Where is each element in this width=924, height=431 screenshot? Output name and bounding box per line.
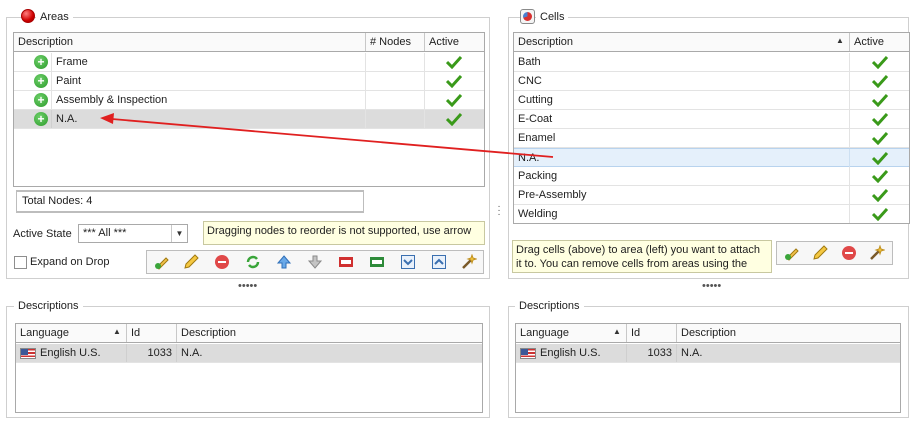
right-descriptions-title: Descriptions bbox=[515, 299, 584, 313]
us-flag-icon bbox=[520, 348, 536, 359]
right-descriptions-grid[interactable]: Language ▲ Id Description English U.S. 1… bbox=[515, 323, 901, 413]
id-value: 1033 bbox=[627, 344, 677, 362]
col-description[interactable]: Description bbox=[177, 324, 482, 342]
description-value: N.A. bbox=[181, 347, 203, 359]
col-language[interactable]: Language bbox=[516, 324, 627, 342]
right-desc-row[interactable]: English U.S. 1033 N.A. bbox=[516, 344, 900, 363]
description-value: N.A. bbox=[681, 347, 703, 359]
col-id[interactable]: Id bbox=[127, 324, 177, 342]
left-desc-row[interactable]: English U.S. 1033 N.A. bbox=[16, 344, 482, 363]
sort-asc-icon: ▲ bbox=[613, 327, 621, 336]
horizontal-splitter-left[interactable]: ••••• bbox=[238, 280, 257, 292]
us-flag-icon bbox=[20, 348, 36, 359]
col-id[interactable]: Id bbox=[627, 324, 677, 342]
horizontal-splitter-right[interactable]: ••••• bbox=[702, 280, 721, 292]
left-desc-header: Language ▲ Id Description bbox=[16, 324, 482, 343]
id-value: 1033 bbox=[127, 344, 177, 362]
language-value: English U.S. bbox=[36, 344, 127, 362]
sort-asc-icon: ▲ bbox=[113, 327, 121, 336]
col-description[interactable]: Description bbox=[677, 324, 900, 342]
left-descriptions-grid[interactable]: Language ▲ Id Description English U.S. 1… bbox=[15, 323, 483, 413]
col-language[interactable]: Language bbox=[16, 324, 127, 342]
left-descriptions-title: Descriptions bbox=[14, 299, 83, 313]
right-desc-header: Language ▲ Id Description bbox=[516, 324, 900, 343]
language-value: English U.S. bbox=[536, 344, 627, 362]
